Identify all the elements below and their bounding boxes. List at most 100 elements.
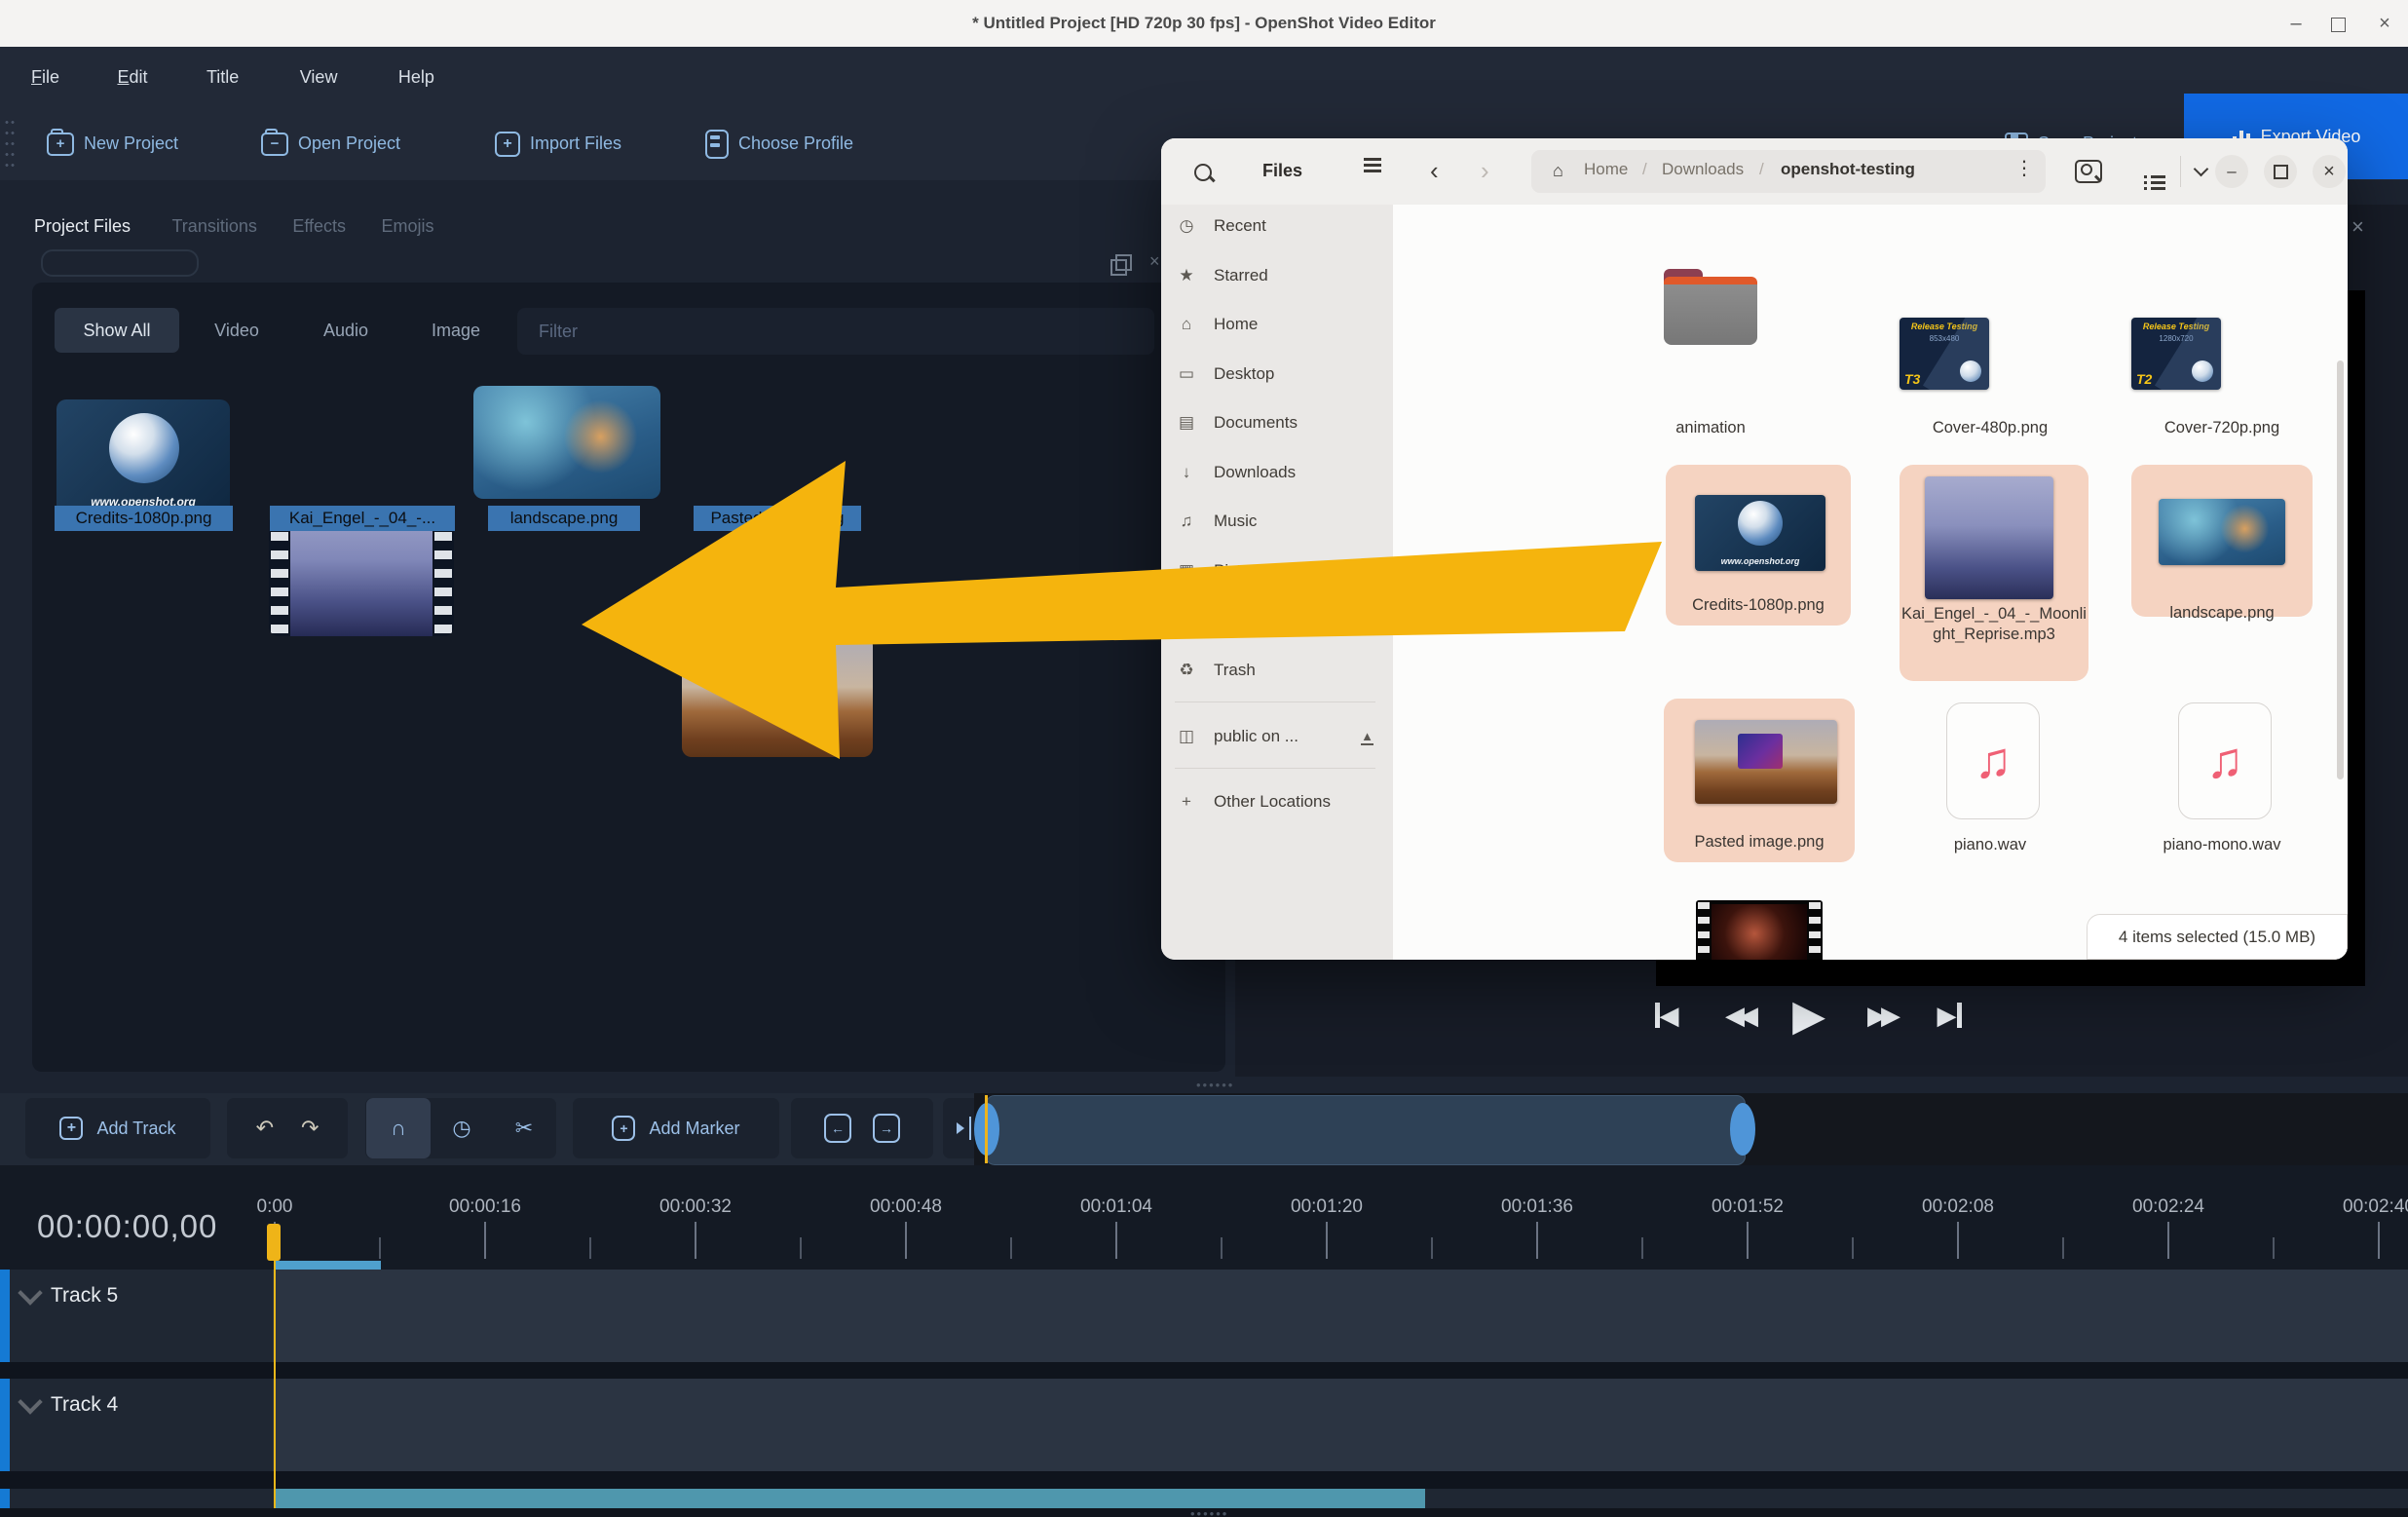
filter-show-all[interactable]: Show All bbox=[55, 308, 179, 353]
sidebar-item-downloads[interactable]: ↓Downloads bbox=[1175, 453, 1379, 492]
sidebar-item-trash[interactable]: ♻Trash bbox=[1175, 651, 1379, 690]
add-marker-button[interactable]: + Add Marker bbox=[573, 1098, 779, 1158]
file-sintel[interactable] bbox=[1696, 900, 1823, 960]
ruler-tick-label: 00:01:04 bbox=[1048, 1196, 1185, 1218]
add-track-button[interactable]: + Add Track bbox=[25, 1098, 210, 1158]
tab-project-files[interactable]: Project Files bbox=[34, 216, 131, 237]
jump-end-button[interactable]: ▶ bbox=[1927, 990, 1972, 1041]
project-item-label[interactable]: landscape.png bbox=[488, 506, 640, 531]
playhead-marker[interactable] bbox=[267, 1224, 281, 1261]
timeline-ruler[interactable] bbox=[0, 1165, 2408, 1270]
timeline-zoom-slider[interactable] bbox=[986, 1095, 1746, 1165]
sidebar-item-recent[interactable]: ◷Recent bbox=[1175, 207, 1379, 246]
track5-label: Track 5 bbox=[51, 1284, 118, 1308]
tab-emojis[interactable]: Emojis bbox=[381, 216, 433, 237]
import-files-button[interactable]: + Import Files bbox=[495, 107, 621, 180]
toolbar-grip[interactable] bbox=[4, 117, 16, 171]
filter-audio[interactable]: Audio bbox=[312, 308, 380, 353]
filter-image[interactable]: Image bbox=[421, 308, 491, 353]
next-marker-icon[interactable]: → bbox=[873, 1114, 900, 1143]
menu-help[interactable]: Help bbox=[398, 47, 434, 107]
eject-icon[interactable]: ▲ bbox=[1361, 729, 1373, 745]
search-folder-icon[interactable] bbox=[2075, 160, 2102, 183]
dock-splitter[interactable]: •••••• bbox=[1196, 1078, 1234, 1092]
menu-title[interactable]: Title bbox=[207, 47, 239, 107]
sidebar-item-public[interactable]: ◫public on ... ▲ bbox=[1175, 717, 1379, 756]
file-piano-mono[interactable]: ♫ bbox=[2178, 702, 2272, 819]
rewind-button[interactable]: ◀◀ bbox=[1714, 990, 1763, 1041]
project-thumb-pasted[interactable] bbox=[682, 636, 873, 757]
titlebar[interactable]: * Untitled Project [HD 720p 30 fps] - Op… bbox=[0, 0, 2408, 48]
fast-forward-button[interactable]: ▶▶ bbox=[1857, 990, 1905, 1041]
project-item-label[interactable]: Pasted image.png bbox=[694, 506, 861, 531]
sidebar-item-pictures[interactable]: ▦Pictures bbox=[1175, 551, 1379, 590]
clock-icon[interactable]: ◷ bbox=[431, 1116, 493, 1141]
close-dock-icon[interactable]: × bbox=[1149, 251, 1160, 272]
menu-view[interactable]: View bbox=[300, 47, 338, 107]
slider-right-handle[interactable] bbox=[1730, 1103, 1755, 1156]
previous-marker-icon[interactable]: ← bbox=[824, 1114, 851, 1143]
breadcrumb-current[interactable]: openshot-testing bbox=[1781, 160, 1915, 179]
playhead-line bbox=[274, 1259, 276, 1508]
film-profile-icon bbox=[705, 130, 729, 159]
minimize-icon[interactable]: – bbox=[2276, 0, 2315, 47]
redo-icon[interactable]: ↷ bbox=[301, 1116, 319, 1141]
sidebar-item-desktop[interactable]: ▭Desktop bbox=[1175, 355, 1379, 394]
project-item-label[interactable]: Credits-1080p.png bbox=[55, 506, 233, 531]
file-animation[interactable] bbox=[1664, 269, 1757, 345]
forward-icon[interactable]: › bbox=[1481, 156, 1489, 186]
sidebar-item-starred[interactable]: ★Starred bbox=[1175, 256, 1379, 295]
project-thumb-landscape[interactable] bbox=[473, 386, 660, 499]
file-cover-720[interactable]: Release Testing1280x720 T2 bbox=[2131, 318, 2221, 390]
razor-icon[interactable]: ✂ bbox=[493, 1116, 555, 1141]
breadcrumb-downloads[interactable]: Downloads bbox=[1662, 160, 1744, 179]
project-thumb-kai[interactable] bbox=[269, 513, 454, 636]
file-piano[interactable]: ♫ bbox=[1946, 702, 2040, 819]
files-minimize-icon[interactable]: – bbox=[2215, 155, 2248, 188]
close-icon[interactable]: × bbox=[2365, 0, 2404, 47]
ruler-tick-label: 00:02:24 bbox=[2100, 1196, 2237, 1218]
filter-video[interactable]: Video bbox=[205, 308, 269, 353]
close-preview-dock-icon[interactable]: × bbox=[2352, 214, 2364, 240]
timeline-clip[interactable] bbox=[274, 1489, 1425, 1508]
track4-header bbox=[0, 1379, 273, 1471]
restore-icon[interactable] bbox=[2331, 18, 2346, 32]
project-item-label[interactable]: Kai_Engel_-_04_-... bbox=[270, 506, 455, 531]
menu-file[interactable]: File bbox=[31, 47, 59, 107]
bottom-splitter[interactable]: •••••• bbox=[1190, 1506, 1228, 1517]
files-maximize-icon[interactable] bbox=[2264, 155, 2297, 188]
files-scrollbar[interactable] bbox=[2337, 360, 2344, 779]
track4-lane[interactable] bbox=[0, 1379, 2408, 1471]
jump-start-button[interactable]: ◀ bbox=[1644, 990, 1689, 1041]
list-view-icon[interactable] bbox=[2151, 175, 2165, 178]
hamburger-menu-icon[interactable] bbox=[1364, 158, 1381, 161]
back-icon[interactable]: ‹ bbox=[1430, 156, 1439, 186]
play-button[interactable]: ▶ bbox=[1785, 982, 1833, 1048]
search-icon[interactable] bbox=[1194, 164, 1212, 181]
kebab-menu-icon[interactable]: ⋮ bbox=[2014, 156, 2034, 180]
ruler-tick-label: 00:01:36 bbox=[1469, 1196, 1605, 1218]
tab-effects[interactable]: Effects bbox=[292, 216, 346, 237]
path-bar[interactable]: ⌂ Home / Downloads / openshot-testing ⋮ bbox=[1531, 150, 2046, 193]
sidebar-item-documents[interactable]: ▤Documents bbox=[1175, 403, 1379, 442]
tab-transitions[interactable]: Transitions bbox=[171, 216, 256, 237]
open-project-button[interactable]: − Open Project bbox=[261, 107, 400, 180]
new-project-button[interactable]: + New Project bbox=[47, 107, 178, 180]
filter-input[interactable] bbox=[517, 308, 1154, 355]
project-thumb-credits[interactable]: www.openshot.org bbox=[56, 399, 230, 516]
sidebar-item-other-locations[interactable]: +Other Locations bbox=[1175, 782, 1379, 821]
dock-handle[interactable] bbox=[41, 249, 199, 277]
track5-lane[interactable] bbox=[0, 1270, 2408, 1362]
sidebar-item-music[interactable]: ♫Music bbox=[1175, 502, 1379, 541]
float-dock-icon[interactable] bbox=[1110, 259, 1127, 276]
snapping-toggle[interactable]: ∩ bbox=[366, 1098, 431, 1158]
menubar: File Edit Title View Help bbox=[0, 47, 2408, 107]
file-cover-480[interactable]: Release Testing853x480 T3 bbox=[1900, 318, 1989, 390]
breadcrumb-home[interactable]: Home bbox=[1584, 160, 1628, 179]
sidebar-item-home[interactable]: ⌂Home bbox=[1175, 305, 1379, 344]
menu-edit[interactable]: Edit bbox=[117, 47, 147, 107]
files-close-icon[interactable]: × bbox=[2313, 155, 2346, 188]
ruler-tick-label: 00:01:20 bbox=[1259, 1196, 1395, 1218]
undo-icon[interactable]: ↶ bbox=[256, 1116, 274, 1141]
choose-profile-button[interactable]: Choose Profile bbox=[705, 107, 853, 180]
